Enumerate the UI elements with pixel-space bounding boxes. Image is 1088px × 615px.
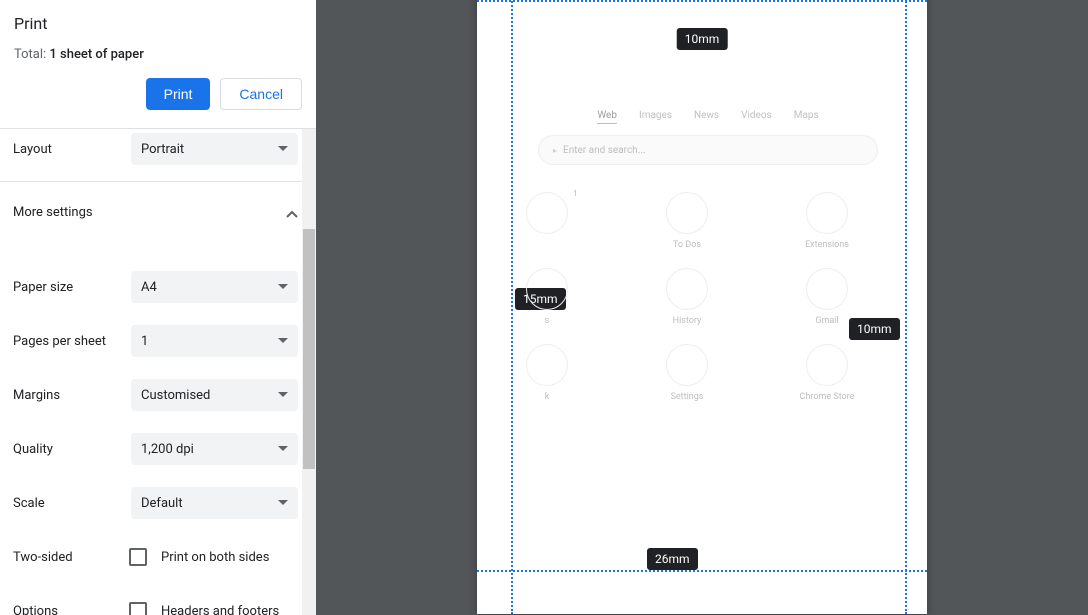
quality-value: 1,200 dpi: [141, 442, 194, 457]
scale-value: Default: [141, 496, 183, 511]
more-settings-label: More settings: [13, 205, 93, 220]
margins-label: Margins: [13, 388, 131, 403]
preview-tile: 1: [511, 192, 617, 250]
panel-title: Print: [14, 14, 302, 33]
preview-tab-web: Web: [597, 110, 617, 124]
chevron-down-icon: [278, 146, 288, 152]
panel-total: Total: 1 sheet of paper: [14, 47, 302, 62]
preview-page[interactable]: 10mm 15mm 10mm 26mm Web Images News Vide…: [477, 0, 927, 614]
print-button[interactable]: Print: [146, 78, 211, 110]
chevron-down-icon: [278, 500, 288, 506]
margin-guide-bottom[interactable]: [477, 570, 927, 572]
two-sided-label: Two-sided: [13, 550, 129, 565]
scale-label: Scale: [13, 496, 131, 511]
chevron-down-icon: [278, 284, 288, 290]
preview-tab-news: News: [694, 110, 719, 124]
layout-select[interactable]: Portrait: [131, 133, 298, 165]
scrollbar-thumb[interactable]: [303, 229, 315, 469]
margins-value: Customised: [141, 388, 210, 403]
pages-per-sheet-label: Pages per sheet: [13, 334, 131, 349]
paper-size-value: A4: [141, 280, 157, 295]
total-prefix: Total:: [14, 47, 49, 62]
preview-tile: s: [511, 268, 617, 326]
chevron-down-icon: [278, 446, 288, 452]
preview-tile: k: [511, 344, 617, 402]
paper-size-label: Paper size: [13, 280, 131, 295]
preview-tile: Gmail: [757, 268, 897, 326]
scrollbar-track[interactable]: [302, 129, 316, 615]
preview-tab-videos: Videos: [741, 110, 772, 124]
print-preview-area: 10mm 15mm 10mm 26mm Web Images News Vide…: [316, 0, 1088, 615]
chevron-down-icon: [278, 338, 288, 344]
quality-label: Quality: [13, 442, 131, 457]
preview-searchbar: Enter and search...: [539, 136, 877, 164]
two-sided-checkbox[interactable]: [129, 548, 147, 566]
page-content-preview: Web Images News Videos Maps Enter and se…: [511, 0, 905, 570]
preview-tile: Settings: [617, 344, 757, 402]
cancel-button[interactable]: Cancel: [220, 78, 302, 110]
print-settings-panel: Print Total: 1 sheet of paper Print Canc…: [0, 0, 316, 615]
chevron-down-icon: [278, 392, 288, 398]
paper-size-select[interactable]: A4: [131, 271, 298, 303]
chevron-up-icon: [286, 203, 298, 222]
margins-select[interactable]: Customised: [131, 379, 298, 411]
preview-tab-maps: Maps: [794, 110, 819, 124]
headers-footers-checkbox[interactable]: [129, 602, 147, 615]
preview-tiles: 1 To Dos Extensions s History Gmail k Se…: [511, 192, 897, 402]
preview-tile: History: [617, 268, 757, 326]
layout-value: Portrait: [141, 142, 184, 157]
two-sided-checkbox-label: Print on both sides: [161, 550, 269, 565]
total-value: 1 sheet of paper: [49, 47, 143, 62]
margin-guide-right[interactable]: [905, 0, 907, 614]
options-label: Options: [13, 604, 129, 615]
preview-tab-images: Images: [639, 110, 672, 124]
preview-tabs: Web Images News Videos Maps: [511, 110, 905, 124]
more-settings-toggle[interactable]: More settings: [0, 182, 316, 242]
preview-tile: Extensions: [757, 192, 897, 250]
pages-per-sheet-select[interactable]: 1: [131, 325, 298, 357]
preview-tile: To Dos: [617, 192, 757, 250]
quality-select[interactable]: 1,200 dpi: [131, 433, 298, 465]
headers-footers-checkbox-label: Headers and footers: [161, 604, 279, 615]
scale-select[interactable]: Default: [131, 487, 298, 519]
layout-label: Layout: [13, 142, 131, 157]
preview-tile: Chrome Store: [757, 344, 897, 402]
pages-per-sheet-value: 1: [141, 334, 148, 349]
